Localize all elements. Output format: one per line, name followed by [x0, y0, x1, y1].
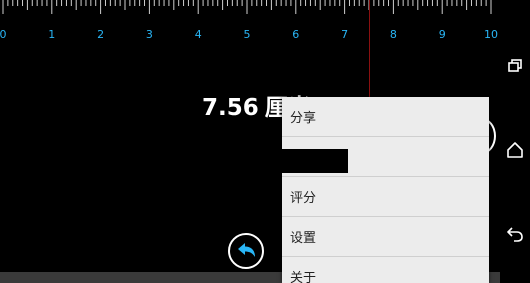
ruler-app: 012345678910 7.56厘米 分享 评分 设置 关于 [0, 0, 500, 283]
menu-item-redacted[interactable] [282, 137, 489, 177]
ruler-label: 9 [439, 28, 446, 41]
ruler-label: 5 [244, 28, 251, 41]
menu-item-share[interactable]: 分享 [282, 97, 489, 137]
menu-item-rate[interactable]: 评分 [282, 177, 489, 217]
menu-item-settings[interactable]: 设置 [282, 217, 489, 257]
menu-item-label: 设置 [290, 231, 317, 246]
back-icon [507, 227, 523, 242]
undo-button[interactable] [228, 233, 264, 269]
menu-item-about[interactable]: 关于 [282, 257, 489, 283]
ruler-label: 1 [48, 28, 55, 41]
ruler-label: 8 [390, 28, 397, 41]
menu-item-label: 分享 [290, 111, 317, 126]
menu-item-label: 评分 [290, 191, 317, 206]
back-button[interactable] [503, 222, 527, 246]
home-icon [507, 142, 523, 158]
ruler-label: 4 [195, 28, 202, 41]
measurement-value: 7.56 [202, 95, 259, 121]
redaction-block [282, 149, 348, 173]
undo-arrow-icon [238, 243, 255, 257]
menu-item-label: 关于 [290, 271, 317, 283]
options-menu: 分享 评分 设置 关于 [282, 97, 489, 283]
recent-apps-icon [508, 59, 522, 72]
ruler-label: 0 [0, 28, 7, 41]
ruler-label: 7 [341, 28, 348, 41]
recent-apps-button[interactable] [503, 54, 527, 78]
home-button[interactable] [503, 138, 527, 162]
ruler-label: 10 [484, 28, 498, 41]
ruler-scale: 0 1 2 3 4 5 6 7 8 9 10 [0, 0, 498, 41]
ruler-label: 6 [292, 28, 299, 41]
ruler-label: 3 [146, 28, 153, 41]
ruler-label: 2 [97, 28, 104, 41]
system-nav-bar [500, 0, 530, 283]
ruler[interactable]: 0 1 2 3 4 5 6 7 8 9 10 [0, 0, 500, 45]
